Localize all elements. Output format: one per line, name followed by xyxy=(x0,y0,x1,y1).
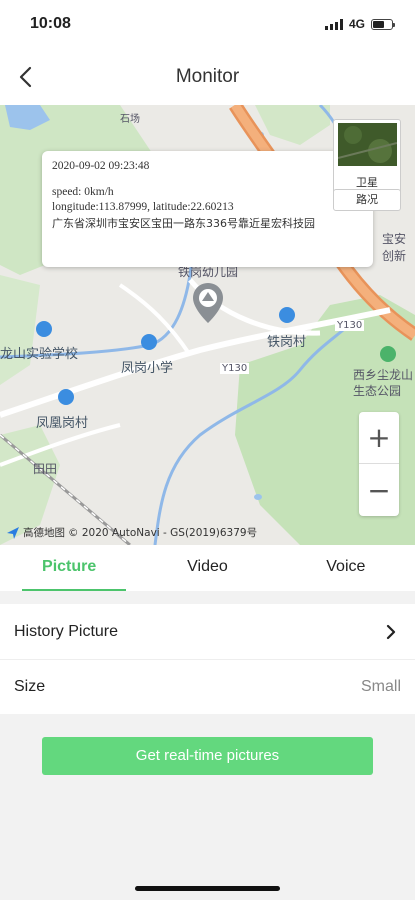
map-label-top: 石场 xyxy=(120,114,140,125)
info-datetime: 2020-09-02 09:23:48 xyxy=(52,160,150,172)
map-label-school-1: 龙山实验学校 xyxy=(0,347,79,362)
satellite-label: 卫星 xyxy=(356,176,378,189)
zoom-in-button[interactable]: + xyxy=(359,412,399,464)
media-tabs: Picture Video Voice xyxy=(0,545,415,591)
network-label: 4G xyxy=(348,17,365,31)
zoom-control: + − xyxy=(359,412,399,516)
map-label-area: 宝安创新 xyxy=(382,232,407,263)
map-label-road-2: Y130 xyxy=(220,363,250,374)
map-label-village-1: 铁岗村 xyxy=(267,335,307,350)
get-realtime-pictures-button[interactable]: Get real-time pictures xyxy=(42,737,373,775)
nav-bar: Monitor xyxy=(0,48,415,105)
map-view[interactable]: 铁岗幼儿园 龙山实验学校 凤岗小学 铁岗村 凤凰岗村 西乡尘龙山生态公园 Y13… xyxy=(0,105,415,545)
info-coordinates: longitude:113.87999, latitude:22.60213 xyxy=(52,201,234,213)
zoom-out-button[interactable]: − xyxy=(359,464,399,516)
info-speed: speed: 0km/h xyxy=(52,186,114,198)
location-pin-icon[interactable] xyxy=(191,281,225,325)
status-bar: 10:08 4G xyxy=(0,0,415,48)
map-label-park: 西乡尘龙山生态公园 xyxy=(353,368,414,398)
history-picture-row[interactable]: History Picture xyxy=(0,604,415,659)
size-row[interactable]: Size Small xyxy=(0,659,415,714)
satellite-button[interactable]: 卫星 xyxy=(333,119,401,196)
amap-logo-icon xyxy=(7,526,19,539)
satellite-thumbnail xyxy=(338,123,397,166)
size-value: Small xyxy=(360,678,401,695)
traffic-button[interactable]: 路况 xyxy=(333,189,401,211)
location-info-card: 2020-09-02 09:23:48 speed: 0km/h longitu… xyxy=(42,151,373,267)
map-label-school-2: 凤岗小学 xyxy=(121,361,174,376)
tab-video[interactable]: Video xyxy=(138,545,276,591)
info-address: 广东省深圳市宝安区宝田一路东336号靠近星宏科技园 xyxy=(52,217,315,230)
home-indicator xyxy=(135,886,280,891)
signal-icon xyxy=(324,18,343,30)
status-indicators: 4G xyxy=(324,17,395,31)
map-label-road-1: Y130 xyxy=(335,320,365,331)
status-time: 10:08 xyxy=(30,15,71,32)
map-label-place: 田田 xyxy=(33,462,58,476)
page-title: Monitor xyxy=(175,66,240,87)
chevron-right-icon xyxy=(381,622,401,642)
map-brand: 高德地图 xyxy=(23,527,65,539)
history-picture-label: History Picture xyxy=(14,622,119,640)
settings-list: History Picture Size Small xyxy=(0,604,415,714)
map-copyright: 高德地图 © 2020 AutoNavi - GS(2019)6379号 xyxy=(6,525,257,540)
size-label: Size xyxy=(14,678,46,695)
map-copyright-text: © 2020 AutoNavi - GS(2019)6379号 xyxy=(68,527,258,539)
battery-icon xyxy=(371,18,395,30)
tab-voice[interactable]: Voice xyxy=(277,545,415,591)
map-label-village-2: 凤凰岗村 xyxy=(36,416,89,431)
tab-picture[interactable]: Picture xyxy=(0,545,138,591)
